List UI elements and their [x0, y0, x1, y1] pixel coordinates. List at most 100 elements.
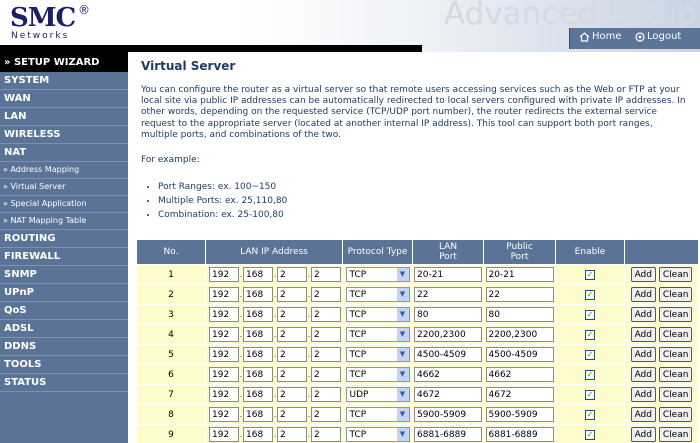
clean-button[interactable]: Clean: [658, 327, 693, 342]
chevron-down-icon[interactable]: ▼: [396, 408, 409, 421]
clean-button[interactable]: Clean: [658, 307, 693, 322]
enable-checkbox[interactable]: ✓: [585, 329, 595, 340]
logout-link[interactable]: Logout: [635, 31, 681, 42]
public-port-input[interactable]: [485, 407, 554, 422]
enable-checkbox[interactable]: ✓: [585, 309, 595, 320]
ip-octet-1[interactable]: [209, 367, 239, 382]
ip-octet-2[interactable]: [243, 267, 273, 282]
public-port-input[interactable]: [485, 307, 554, 322]
clean-button[interactable]: Clean: [658, 407, 693, 422]
protocol-select[interactable]: TCP ▼: [345, 327, 410, 342]
ip-octet-1[interactable]: [209, 267, 239, 282]
add-button[interactable]: Add: [630, 407, 656, 422]
ip-octet-3[interactable]: [277, 367, 307, 382]
enable-checkbox[interactable]: ✓: [585, 289, 595, 300]
ip-octet-3[interactable]: [277, 407, 307, 422]
add-button[interactable]: Add: [630, 287, 656, 302]
add-button[interactable]: Add: [630, 387, 656, 402]
sidebar-item-status[interactable]: STATUS: [0, 374, 128, 392]
chevron-down-icon[interactable]: ▼: [396, 348, 409, 361]
ip-octet-4[interactable]: [311, 307, 341, 322]
sidebar-item-wan[interactable]: WAN: [0, 90, 128, 108]
ip-octet-4[interactable]: [311, 367, 341, 382]
enable-checkbox[interactable]: ✓: [585, 389, 595, 400]
ip-octet-3[interactable]: [277, 307, 307, 322]
sidebar-item-upnp[interactable]: UPnP: [0, 284, 128, 302]
enable-checkbox[interactable]: ✓: [585, 409, 595, 420]
chevron-down-icon[interactable]: ▼: [396, 388, 409, 401]
ip-octet-4[interactable]: [311, 327, 341, 342]
sidebar-item-ddns[interactable]: DDNS: [0, 338, 128, 356]
protocol-select[interactable]: TCP ▼: [345, 367, 410, 382]
chevron-down-icon[interactable]: ▼: [396, 288, 409, 301]
ip-octet-4[interactable]: [311, 407, 341, 422]
sidebar-item-firewall[interactable]: FIREWALL: [0, 248, 128, 266]
sidebar-subitem-special-application[interactable]: » Special Application: [0, 196, 128, 213]
ip-octet-2[interactable]: [243, 287, 273, 302]
clean-button[interactable]: Clean: [658, 267, 693, 282]
public-port-input[interactable]: [485, 267, 554, 282]
ip-octet-4[interactable]: [311, 267, 341, 282]
ip-octet-1[interactable]: [209, 307, 239, 322]
sidebar-item-nat[interactable]: NAT: [0, 144, 128, 162]
add-button[interactable]: Add: [630, 307, 656, 322]
sidebar-item-lan[interactable]: LAN: [0, 108, 128, 126]
ip-octet-3[interactable]: [277, 427, 307, 442]
clean-button[interactable]: Clean: [658, 287, 693, 302]
sidebar-item-wireless[interactable]: WIRELESS: [0, 126, 128, 144]
lan-port-input[interactable]: [414, 347, 482, 362]
chevron-down-icon[interactable]: ▼: [396, 268, 409, 281]
add-button[interactable]: Add: [630, 427, 656, 442]
ip-octet-1[interactable]: [209, 347, 239, 362]
ip-octet-3[interactable]: [277, 287, 307, 302]
protocol-select[interactable]: TCP ▼: [345, 267, 410, 282]
sidebar-subitem-virtual-server[interactable]: » Virtual Server: [0, 179, 128, 196]
protocol-select[interactable]: TCP ▼: [345, 287, 410, 302]
protocol-select[interactable]: TCP ▼: [345, 407, 410, 422]
add-button[interactable]: Add: [630, 367, 656, 382]
chevron-down-icon[interactable]: ▼: [396, 428, 409, 441]
ip-octet-1[interactable]: [209, 407, 239, 422]
public-port-input[interactable]: [485, 347, 554, 362]
ip-octet-3[interactable]: [277, 327, 307, 342]
sidebar-item-routing[interactable]: ROUTING: [0, 230, 128, 248]
lan-port-input[interactable]: [414, 287, 482, 302]
clean-button[interactable]: Clean: [658, 387, 693, 402]
enable-checkbox[interactable]: ✓: [585, 349, 595, 360]
ip-octet-3[interactable]: [277, 347, 307, 362]
public-port-input[interactable]: [485, 387, 554, 402]
public-port-input[interactable]: [485, 367, 554, 382]
lan-port-input[interactable]: [414, 407, 482, 422]
lan-port-input[interactable]: [414, 387, 482, 402]
home-link[interactable]: Home: [579, 31, 622, 42]
enable-checkbox[interactable]: ✓: [585, 429, 595, 440]
ip-octet-4[interactable]: [311, 387, 341, 402]
ip-octet-3[interactable]: [277, 387, 307, 402]
clean-button[interactable]: Clean: [658, 347, 693, 362]
ip-octet-1[interactable]: [209, 387, 239, 402]
ip-octet-2[interactable]: [243, 367, 273, 382]
lan-port-input[interactable]: [414, 427, 482, 442]
ip-octet-4[interactable]: [311, 287, 341, 302]
protocol-select[interactable]: TCP ▼: [345, 427, 410, 442]
chevron-down-icon[interactable]: ▼: [396, 308, 409, 321]
clean-button[interactable]: Clean: [658, 367, 693, 382]
sidebar-item-tools[interactable]: TOOLS: [0, 356, 128, 374]
ip-octet-2[interactable]: [243, 327, 273, 342]
ip-octet-2[interactable]: [243, 307, 273, 322]
lan-port-input[interactable]: [414, 327, 482, 342]
chevron-down-icon[interactable]: ▼: [396, 368, 409, 381]
ip-octet-2[interactable]: [243, 427, 273, 442]
lan-port-input[interactable]: [414, 367, 482, 382]
ip-octet-1[interactable]: [209, 427, 239, 442]
add-button[interactable]: Add: [630, 267, 656, 282]
ip-octet-2[interactable]: [243, 407, 273, 422]
sidebar-item-setup-wizard[interactable]: » SETUP WIZARD: [0, 52, 128, 72]
protocol-select[interactable]: UDP ▼: [345, 387, 410, 402]
protocol-select[interactable]: TCP ▼: [345, 307, 410, 322]
sidebar-item-qos[interactable]: QoS: [0, 302, 128, 320]
ip-octet-3[interactable]: [277, 267, 307, 282]
ip-octet-4[interactable]: [311, 427, 341, 442]
enable-checkbox[interactable]: ✓: [585, 269, 595, 280]
sidebar-subitem-address-mapping[interactable]: » Address Mapping: [0, 162, 128, 179]
